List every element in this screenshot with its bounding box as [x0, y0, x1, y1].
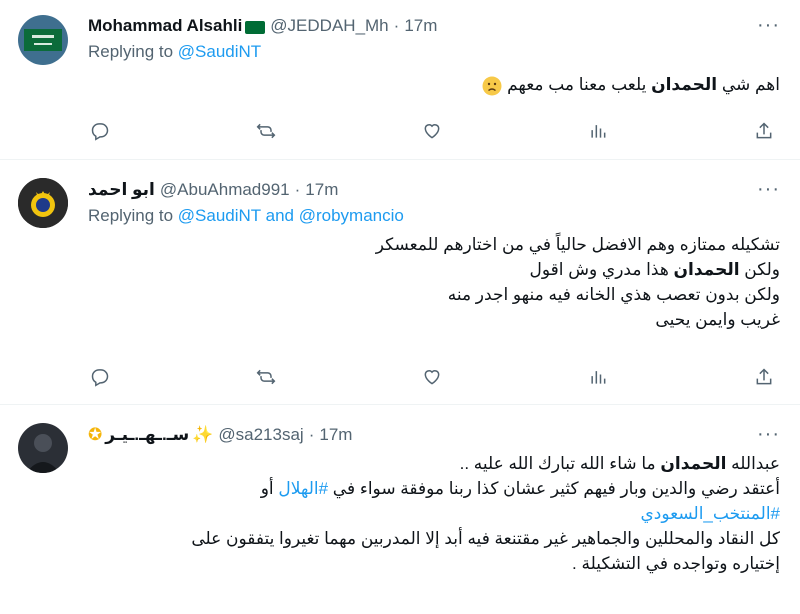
display-name[interactable]: ابو احمد [88, 180, 155, 200]
person-avatar-icon [18, 423, 68, 473]
timestamp[interactable]: 17m [319, 425, 352, 445]
tweet-2[interactable]: ابو احمد @AbuAhmad991 · 17m ··· Replying… [0, 160, 800, 405]
text-segment: اهم شي [717, 75, 780, 94]
star-emoji-icon: ✪ [88, 425, 103, 444]
analytics-icon [591, 125, 606, 138]
tweet-3[interactable]: ✪ سـ.ـهـ.ـيـر ✨ @sa213saj · 17m ··· عبدا… [0, 405, 800, 614]
text-segment: عبدالله [726, 454, 780, 473]
more-options-icon[interactable]: ··· [757, 14, 780, 37]
avatar[interactable] [18, 15, 68, 65]
share-button[interactable] [752, 365, 776, 389]
tweet-actions [88, 365, 782, 389]
text-line: كل النقاد والمحللين والجماهير غير مقتنعة… [191, 529, 780, 548]
display-name[interactable]: Mohammad Alsahli [88, 16, 242, 36]
text-line: ولكن بدون تعصب هذي الخانه فيه منهو اجدر … [447, 285, 780, 304]
tweet-text: اهم شي الحمدان يلعب معنا مب معهم [88, 72, 780, 97]
tweet-header: Mohammad Alsahli @JEDDAH_Mh · 17m [88, 14, 780, 38]
heart-icon [424, 370, 440, 385]
text-segment: أعتقد رضي والدين وبار فيهم كثير عشان كذا… [328, 479, 780, 498]
retweet-button[interactable] [254, 119, 278, 143]
avatar[interactable] [18, 423, 68, 473]
club-crest-avatar-icon [18, 178, 68, 228]
timestamp[interactable]: 17m [404, 16, 437, 36]
tweet-text: تشكيله ممتازه وهم الافضل حالياً في من اخ… [88, 232, 780, 332]
analytics-icon [591, 371, 606, 384]
sparkles-emoji-icon: ✨ [192, 425, 214, 444]
text-segment: ولكن [739, 260, 780, 279]
text-segment: يلعب معنا مب معهم [507, 75, 652, 94]
separator-dot: · [393, 16, 400, 35]
bold-text: الحمدان [651, 75, 718, 94]
saudi-flag-avatar-icon [18, 15, 68, 65]
hashtag-link[interactable]: #الهلال [278, 479, 328, 498]
and-separator: and [260, 206, 299, 225]
reply-icon [91, 123, 109, 141]
views-button[interactable] [586, 119, 610, 143]
heart-icon [424, 124, 440, 139]
reply-button[interactable] [88, 119, 112, 143]
replying-prefix: Replying to [88, 42, 174, 61]
share-button[interactable] [752, 119, 776, 143]
views-button[interactable] [586, 365, 610, 389]
separator-dot: · [294, 180, 301, 199]
bold-text: الحمدان [660, 454, 727, 473]
text-line: عبدالله الحمدان ما شاء الله تبارك الله ع… [88, 451, 780, 476]
reply-icon [91, 369, 109, 387]
retweet-icon [256, 123, 276, 139]
tweet-1[interactable]: Mohammad Alsahli @JEDDAH_Mh · 17m ··· Re… [0, 0, 800, 160]
saudi-flag-icon [245, 20, 266, 34]
user-handle[interactable]: @sa213saj [218, 425, 303, 445]
mention-link[interactable]: @SaudiNT [178, 42, 261, 61]
worried-face-emoji-icon [482, 76, 502, 96]
tweet-header: ✪ سـ.ـهـ.ـيـر ✨ @sa213saj · 17m [88, 423, 780, 447]
tweet-text: عبدالله الحمدان ما شاء الله تبارك الله ع… [88, 451, 780, 576]
replying-to: Replying to @SaudiNT [88, 42, 780, 62]
text-line: #المنتخب_السعودي [88, 501, 781, 526]
retweet-button[interactable] [254, 365, 278, 389]
text-line: ولكن الحمدان هذا مدري وش اقول [88, 257, 780, 282]
text-segment: أو [260, 479, 279, 498]
share-icon [756, 122, 772, 139]
separator-dot: · [308, 425, 315, 444]
more-options-icon[interactable]: ··· [757, 178, 780, 201]
text-segment: هذا مدري وش اقول [529, 260, 674, 279]
share-icon [756, 368, 772, 385]
display-name[interactable]: سـ.ـهـ.ـيـر [105, 425, 189, 445]
timestamp[interactable]: 17m [305, 180, 338, 200]
tweet-header: ابو احمد @AbuAhmad991 · 17m [88, 178, 780, 202]
text-line: غريب وايمن يحيى [655, 310, 780, 329]
mention-link[interactable]: @robymancio [299, 206, 404, 225]
reply-button[interactable] [88, 365, 112, 389]
text-line: إختياره وتواجده في التشكيلة . [572, 554, 780, 573]
bold-text: الحمدان [673, 260, 740, 279]
text-line: تشكيله ممتازه وهم الافضل حالياً في من اخ… [375, 235, 780, 254]
replying-to: Replying to @SaudiNT and @robymancio [88, 206, 780, 226]
like-button[interactable] [420, 119, 444, 143]
mention-link[interactable]: @SaudiNT [178, 206, 261, 225]
text-segment: ما شاء الله تبارك الله عليه .. [459, 454, 661, 473]
tweet-actions [88, 119, 782, 143]
replying-prefix: Replying to [88, 206, 174, 225]
user-handle[interactable]: @JEDDAH_Mh [270, 16, 388, 36]
more-options-icon[interactable]: ··· [757, 423, 780, 446]
text-line: أعتقد رضي والدين وبار فيهم كثير عشان كذا… [88, 476, 780, 501]
user-handle[interactable]: @AbuAhmad991 [160, 180, 290, 200]
like-button[interactable] [420, 365, 444, 389]
retweet-icon [256, 369, 276, 385]
avatar[interactable] [18, 178, 68, 228]
hashtag-link[interactable]: #المنتخب_السعودي [641, 504, 781, 523]
